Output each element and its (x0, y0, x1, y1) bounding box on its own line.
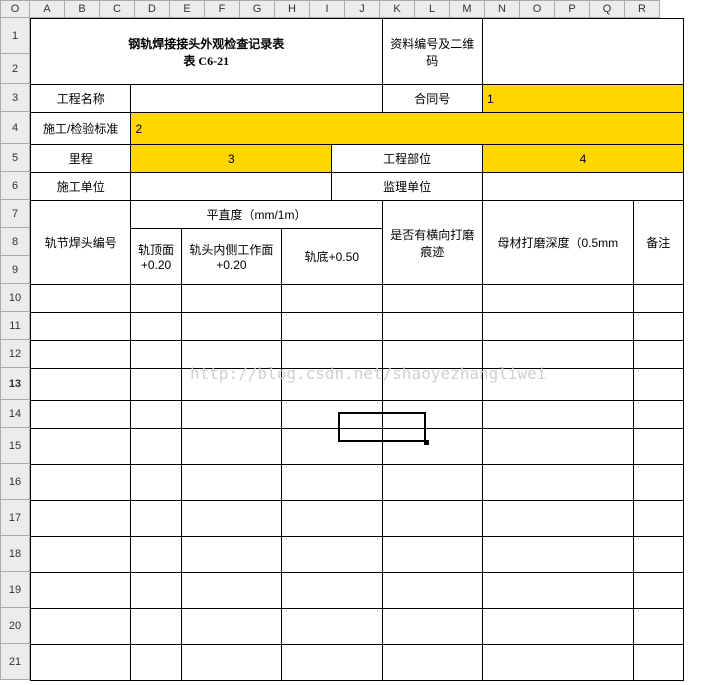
input-mileage[interactable]: 3 (131, 145, 332, 173)
row-header[interactable]: 1 (0, 18, 30, 54)
spreadsheet-view: OABCDEFGHIJKLMNOPQR 12345678910111213141… (0, 0, 704, 685)
input-standard[interactable]: 2 (131, 113, 684, 145)
label-grind-depth: 母材打磨深度（0.5mm (482, 201, 633, 285)
col-header[interactable]: G (240, 0, 275, 18)
input-project-name[interactable] (131, 85, 382, 113)
form-title: 钢轨焊接接头外观检查记录表 表 C6-21 (31, 19, 383, 85)
col-header[interactable]: F (205, 0, 240, 18)
col-header[interactable]: C (100, 0, 135, 18)
data-row[interactable] (31, 537, 684, 573)
row-header[interactable]: 2 (0, 54, 30, 84)
title-line2: 表 C6-21 (35, 52, 378, 69)
data-row[interactable] (31, 609, 684, 645)
qr-label: 资料编号及二维码 (382, 19, 482, 85)
row-header[interactable]: 20 (0, 608, 30, 644)
col-header[interactable]: E (170, 0, 205, 18)
data-row[interactable] (31, 573, 684, 609)
label-grind-mark: 是否有横向打磨痕迹 (382, 201, 482, 285)
row-header[interactable]: 8 (0, 228, 30, 256)
row-header[interactable]: 6 (0, 172, 30, 200)
row-header[interactable]: 18 (0, 536, 30, 572)
row-header[interactable]: 21 (0, 644, 30, 680)
label-mileage: 里程 (31, 145, 131, 173)
row-header[interactable]: 14 (0, 400, 30, 428)
col-header[interactable]: L (415, 0, 450, 18)
data-row[interactable] (31, 341, 684, 369)
label-supervise-unit: 监理单位 (332, 173, 483, 201)
col-header[interactable]: A (30, 0, 65, 18)
label-project-name: 工程名称 (31, 85, 131, 113)
title-line1: 钢轨焊接接头外观检查记录表 (35, 35, 378, 52)
col-header[interactable]: Q (590, 0, 625, 18)
input-supervise-unit[interactable] (482, 173, 683, 201)
input-contract-no[interactable]: 1 (482, 85, 683, 113)
row-header[interactable]: 19 (0, 572, 30, 608)
selection-handle[interactable] (424, 440, 429, 445)
col-header[interactable]: O (520, 0, 555, 18)
row-headers: 123456789101112131415161718192021 (0, 18, 30, 680)
form-table[interactable]: 钢轨焊接接头外观检查记录表 表 C6-21 资料编号及二维码 工程名称 合同号 … (30, 18, 684, 681)
col-header[interactable]: M (450, 0, 485, 18)
label-project-part: 工程部位 (332, 145, 483, 173)
row-header[interactable]: 12 (0, 340, 30, 368)
input-project-part[interactable]: 4 (482, 145, 683, 173)
label-rail-bottom: 轨底+0.50 (282, 229, 382, 285)
row-header[interactable]: 9 (0, 256, 30, 284)
label-contract-no: 合同号 (382, 85, 482, 113)
col-header[interactable]: K (380, 0, 415, 18)
label-rail-top: 轨顶面+0.20 (131, 229, 181, 285)
row-header[interactable]: 17 (0, 500, 30, 536)
data-row[interactable] (31, 285, 684, 313)
col-header[interactable]: H (275, 0, 310, 18)
row-header[interactable]: 5 (0, 144, 30, 172)
data-row[interactable] (31, 501, 684, 537)
qr-area (482, 19, 683, 85)
row-header[interactable]: 15 (0, 428, 30, 464)
label-standard: 施工/检验标准 (31, 113, 131, 145)
row-header[interactable]: 4 (0, 112, 30, 144)
col-header[interactable]: D (135, 0, 170, 18)
col-header[interactable]: B (65, 0, 100, 18)
row-header[interactable]: 7 (0, 200, 30, 228)
col-header[interactable]: R (625, 0, 660, 18)
label-remark: 备注 (633, 201, 683, 285)
label-rail-inner: 轨头内侧工作面+0.20 (181, 229, 281, 285)
sheet-content[interactable]: 钢轨焊接接头外观检查记录表 表 C6-21 资料编号及二维码 工程名称 合同号 … (30, 18, 704, 681)
col-header[interactable]: J (345, 0, 380, 18)
row-header[interactable]: 11 (0, 312, 30, 340)
data-row[interactable] (31, 429, 684, 465)
label-construct-unit: 施工单位 (31, 173, 131, 201)
data-row[interactable] (31, 401, 684, 429)
column-headers: OABCDEFGHIJKLMNOPQR (0, 0, 704, 18)
label-flatness: 平直度（mm/1m） (131, 201, 382, 229)
row-header[interactable]: 3 (0, 84, 30, 112)
col-header[interactable]: N (485, 0, 520, 18)
row-header[interactable]: 16 (0, 464, 30, 500)
col-header[interactable]: P (555, 0, 590, 18)
col-header[interactable]: I (310, 0, 345, 18)
row-header[interactable]: 13 (0, 368, 30, 400)
input-construct-unit[interactable] (131, 173, 332, 201)
data-row[interactable] (31, 465, 684, 501)
row-header[interactable]: 10 (0, 284, 30, 312)
col-header[interactable]: O (0, 0, 30, 18)
label-joint-no: 轨节焊头编号 (31, 201, 131, 285)
data-row[interactable] (31, 369, 684, 401)
data-row[interactable] (31, 313, 684, 341)
data-row[interactable] (31, 645, 684, 681)
